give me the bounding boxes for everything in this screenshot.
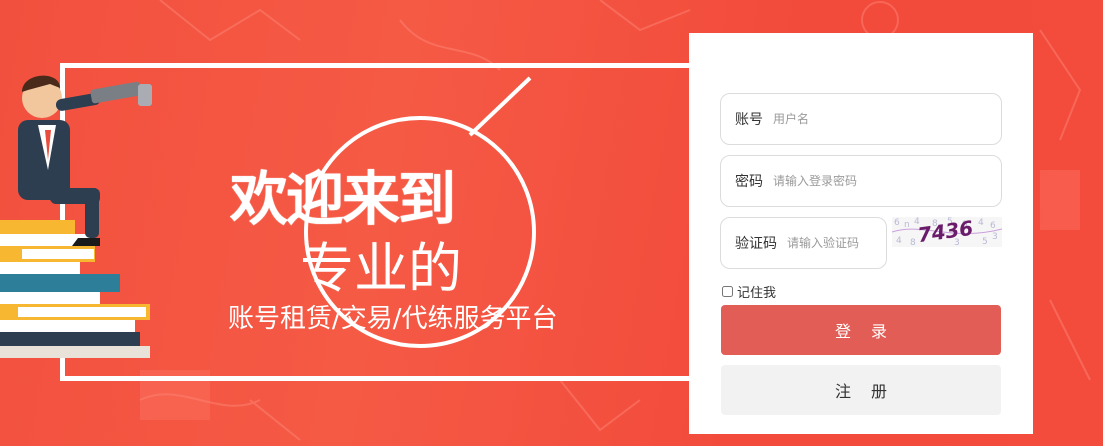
svg-text:8: 8 [910, 238, 916, 247]
remember-me[interactable]: 记住我 [722, 282, 776, 301]
captcha-field[interactable]: 验证码 [720, 217, 887, 269]
remember-label: 记住我 [737, 286, 777, 301]
captcha-label: 验证码 [735, 236, 777, 252]
mascot-illustration [0, 75, 152, 358]
svg-text:4: 4 [896, 236, 902, 246]
svg-text:n: n [904, 220, 910, 230]
password-input[interactable] [773, 174, 953, 188]
username-label: 账号 [735, 112, 763, 128]
password-label: 密码 [735, 174, 763, 190]
svg-text:6: 6 [990, 221, 996, 231]
username-field[interactable]: 账号 [720, 93, 1002, 145]
captcha-code-text: 7436 [916, 217, 975, 247]
captcha-image[interactable]: 6n4 859 46 483 53 7436 [892, 217, 1002, 247]
slogan-service: 账号租赁/交易/代练服务平台 [228, 304, 558, 334]
password-field[interactable]: 密码 [720, 155, 1002, 207]
username-input[interactable] [773, 112, 953, 126]
register-button[interactable]: 注册 [721, 365, 1001, 415]
svg-text:5: 5 [982, 237, 988, 247]
captcha-input[interactable] [787, 236, 877, 250]
login-panel: 账号 密码 验证码 6n4 859 46 483 53 7436 记住我 登录 … [689, 33, 1033, 434]
svg-text:4: 4 [978, 218, 984, 228]
remember-checkbox[interactable] [722, 286, 733, 297]
svg-text:3: 3 [992, 232, 998, 242]
login-button[interactable]: 登录 [721, 305, 1001, 355]
slogan-professional: 专业的 [300, 237, 462, 300]
svg-text:6: 6 [894, 218, 900, 228]
